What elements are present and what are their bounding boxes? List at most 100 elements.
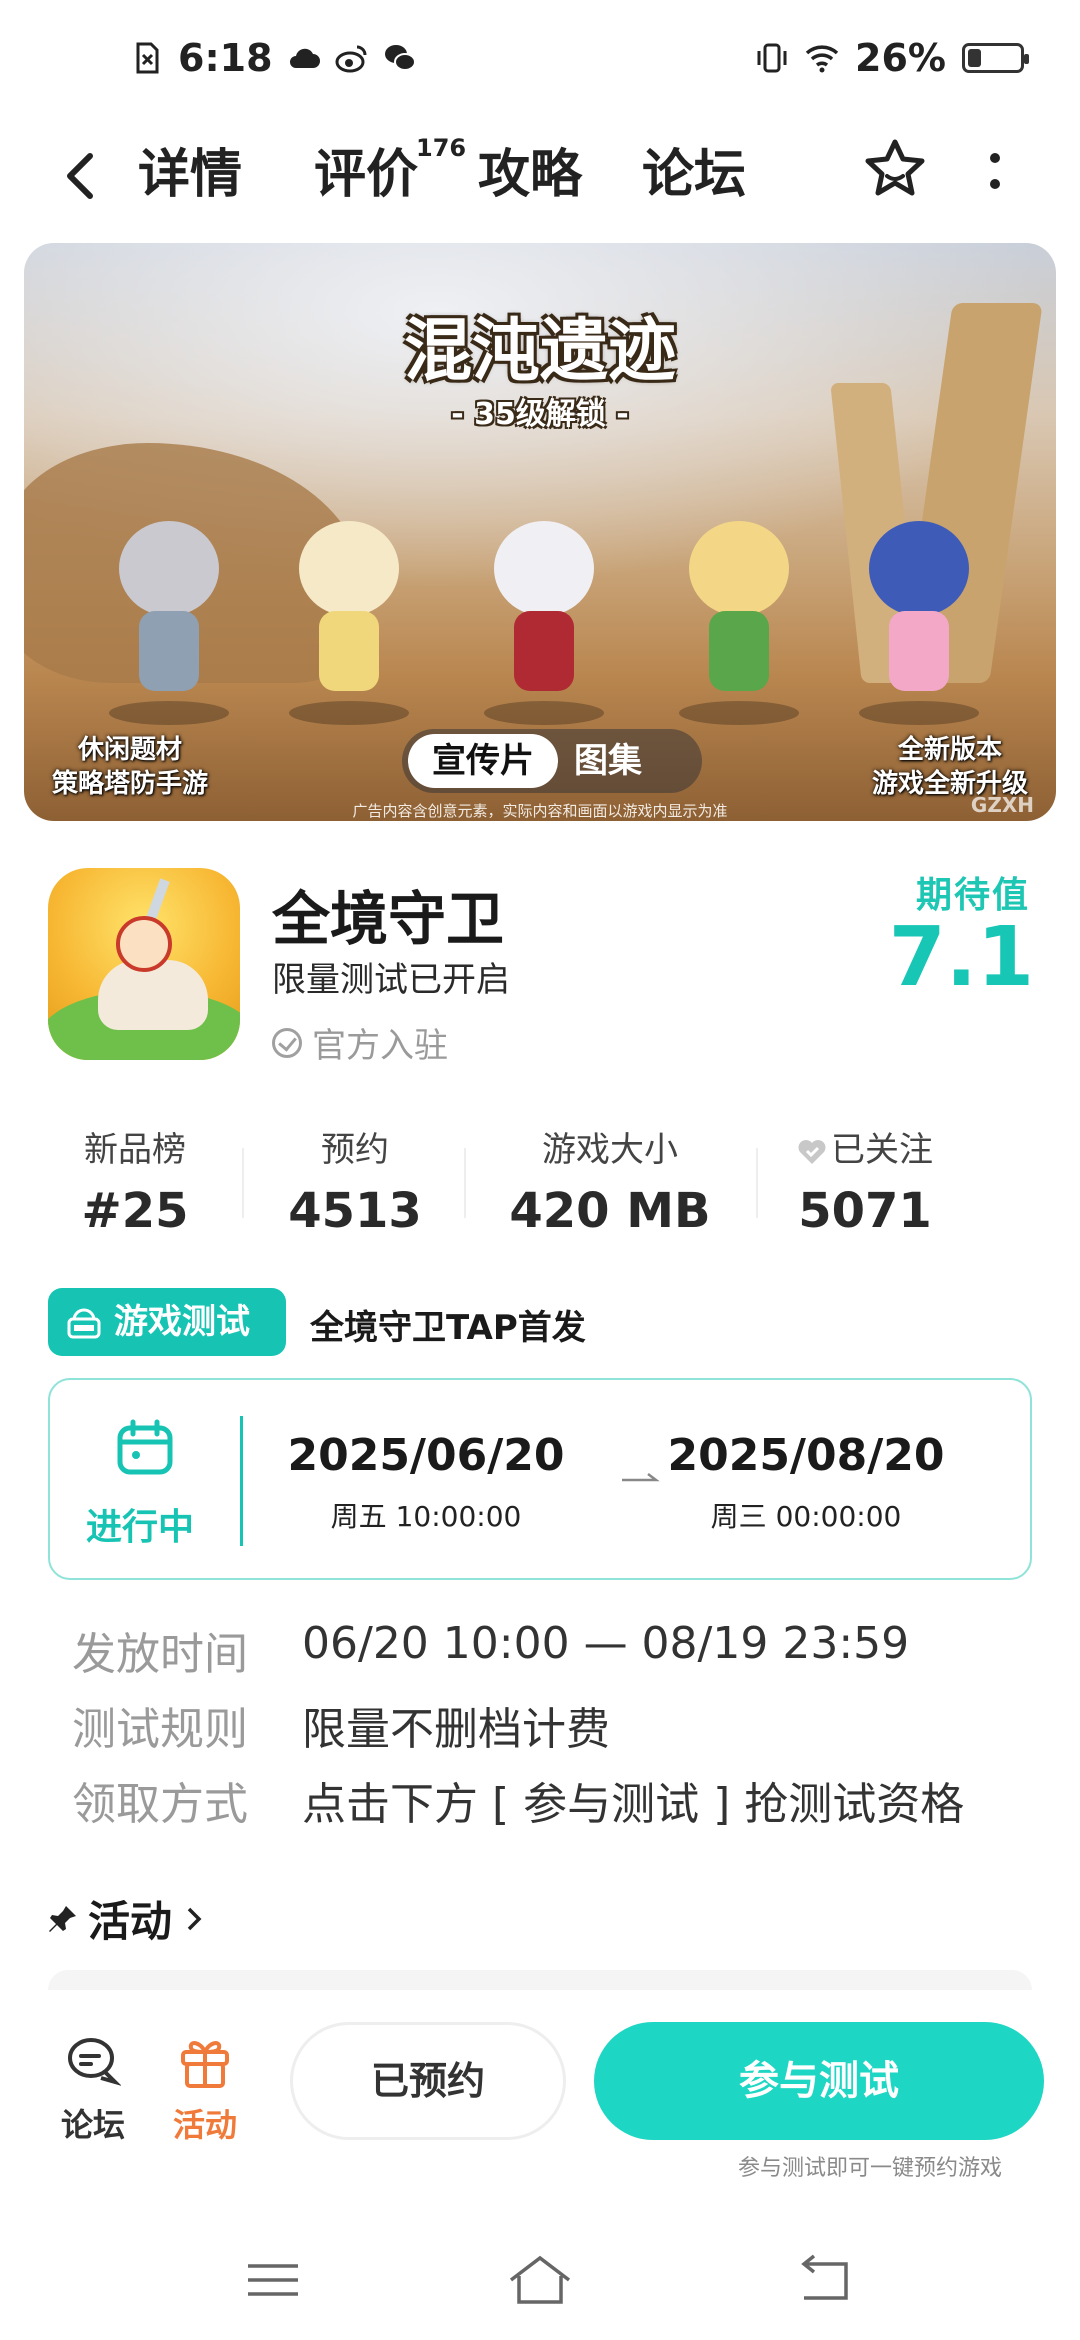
stat-value: 420 MB <box>509 1183 711 1239</box>
hero-angel <box>274 511 424 725</box>
stat-value: 5071 <box>798 1183 932 1239</box>
chevron-right-icon <box>187 1907 202 1930</box>
stat-new-rank[interactable]: 新品榜 #25 <box>60 1122 210 1239</box>
tab-reviews[interactable]: 评价 <box>314 140 418 210</box>
stat-label: 已关注 <box>831 1130 933 1170</box>
forum-chat-icon <box>68 2038 122 2087</box>
join-test-hint: 参与测试即可一键预约游戏 <box>737 2156 1002 2181</box>
back-nav-icon[interactable] <box>790 2250 860 2310</box>
forum-shortcut[interactable]: 论坛 <box>48 2034 138 2146</box>
status-right: 26% <box>755 36 1029 80</box>
test-schedule-card: 进行中 2025/06/20 周五 10:00:00 2025/08/20 周三… <box>48 1378 1032 1580</box>
pin-icon <box>49 1905 76 1932</box>
tab-guides[interactable]: 攻略 <box>478 140 582 210</box>
info-label: 领取方式 <box>72 1779 248 1830</box>
stats-row: 新品榜 #25 预约 4513 游戏大小 420 MB 已关注 5071 <box>0 1122 1080 1252</box>
bottom-action-bar: 论坛 活动 已预约 参与测试 参与测试即可一键预约游戏 <box>0 1990 1080 2200</box>
card-divider <box>240 1416 243 1546</box>
info-row-method: 领取方式 点击下方 [ 参与测试 ] 抢测试资格 <box>72 1768 964 1832</box>
test-end: 2025/08/20 周三 00:00:00 <box>656 1430 956 1535</box>
battery-percent: 26% <box>855 36 946 80</box>
activity-shortcut[interactable]: 活动 <box>160 2034 250 2146</box>
banner-subtitle: - 35级解锁 - <box>451 397 629 432</box>
caption-line: 休闲题材 <box>78 735 183 765</box>
test-icon <box>67 1308 101 1339</box>
divider <box>242 1148 244 1218</box>
verified-icon <box>272 1027 302 1058</box>
favorite-star-icon[interactable] <box>860 136 930 206</box>
gift-icon <box>181 2041 229 2088</box>
back-icon[interactable] <box>52 146 112 206</box>
caption-line: 全新版本 <box>897 735 1002 765</box>
more-icon[interactable] <box>980 142 1010 202</box>
start-time: 周五 10:00:00 <box>330 1500 522 1533</box>
divider <box>464 1148 466 1218</box>
battery-icon <box>962 43 1029 73</box>
join-test-button[interactable]: 参与测试 <box>594 2022 1044 2140</box>
home-icon[interactable] <box>505 2250 575 2310</box>
tab-details-label: 详情 <box>138 145 243 205</box>
video-tab[interactable]: 宣传片 <box>408 734 558 788</box>
status-time: 6:18 <box>178 36 273 80</box>
hero-wolf <box>94 511 244 725</box>
app-status: 限量测试已开启 <box>272 960 510 1000</box>
banner-title: 混沌遗迹 <box>403 312 676 391</box>
stat-followers[interactable]: 已关注 5071 <box>770 1122 960 1239</box>
vibrate-icon <box>757 43 787 73</box>
tab-guides-label: 攻略 <box>478 145 583 205</box>
info-row-rules: 测试规则 限量不删档计费 <box>72 1693 610 1757</box>
media-switch: 宣传片 图集 <box>402 729 702 793</box>
activity-label: 活动 <box>172 2106 237 2144</box>
reviews-count-badge: 176 <box>416 134 467 162</box>
system-nav-bar <box>0 2230 1080 2340</box>
official-badge: 官方入驻 <box>272 1018 448 1067</box>
start-date: 2025/06/20 <box>287 1430 565 1481</box>
info-label: 发放时间 <box>72 1629 248 1680</box>
info-value: 限量不删档计费 <box>302 1704 610 1755</box>
reserved-button[interactable]: 已预约 <box>290 2022 566 2140</box>
test-start: 2025/06/20 周五 10:00:00 <box>276 1430 576 1535</box>
sim-off-icon <box>136 42 159 74</box>
calendar-icon <box>117 1419 173 1475</box>
expectation-score: 7.1 <box>888 910 1034 1005</box>
stat-label: 新品榜 <box>84 1130 186 1170</box>
end-time: 周三 00:00:00 <box>710 1500 902 1533</box>
cloud-icon <box>289 48 320 68</box>
forum-label: 论坛 <box>60 2106 125 2144</box>
menu-icon[interactable] <box>238 2250 308 2310</box>
official-label: 官方入驻 <box>312 1026 448 1066</box>
heart-icon <box>798 1139 826 1164</box>
stat-value: #25 <box>81 1183 189 1239</box>
info-value: 06/20 10:00 — 08/19 23:59 <box>302 1618 910 1669</box>
game-test-tag: 游戏测试 <box>48 1288 286 1356</box>
weibo-icon <box>335 45 367 73</box>
hero-witch <box>844 511 994 725</box>
hero-swordsman <box>469 511 619 725</box>
status-bar: 6:18 26% <box>0 0 1080 120</box>
test-tag-label: 游戏测试 <box>114 1302 250 1342</box>
top-nav: 详情 评价 176 攻略 论坛 <box>0 120 1080 240</box>
tab-details[interactable]: 详情 <box>138 140 242 210</box>
banner-right-caption: 全新版本 游戏全新升级 <box>872 733 1028 801</box>
stat-label: 预约 <box>321 1130 389 1170</box>
test-title: 全境守卫TAP首发 <box>310 1308 586 1348</box>
test-status: 进行中 <box>86 1507 195 1548</box>
wifi-icon <box>805 45 839 73</box>
info-label: 测试规则 <box>72 1704 248 1755</box>
banner-left-caption: 休闲题材 策略塔防手游 <box>52 733 208 801</box>
stat-size: 游戏大小 420 MB <box>490 1122 730 1239</box>
status-left: 6:18 <box>130 36 417 80</box>
app-icon <box>48 868 240 1060</box>
tab-forum[interactable]: 论坛 <box>642 140 746 210</box>
activity-section-header[interactable]: 活动 <box>48 1888 206 1949</box>
gallery-tab[interactable]: 图集 <box>574 734 642 788</box>
caption-line: 策略塔防手游 <box>52 769 209 799</box>
stat-value: 4513 <box>288 1183 422 1239</box>
banner-disclaimer: 广告内容含创意元素，实际内容和画面以游戏内显示为准 <box>352 802 728 820</box>
battery-level <box>968 49 981 67</box>
divider <box>756 1148 758 1218</box>
promo-banner[interactable]: 混沌遗迹 - 35级解锁 - 休闲题材 策略塔防手游 全新版本 游戏全新升级 宣… <box>24 243 1056 821</box>
stat-reservations[interactable]: 预约 4513 <box>270 1122 440 1239</box>
hero-archer <box>664 511 814 725</box>
activity-title: 活动 <box>88 1897 173 1946</box>
